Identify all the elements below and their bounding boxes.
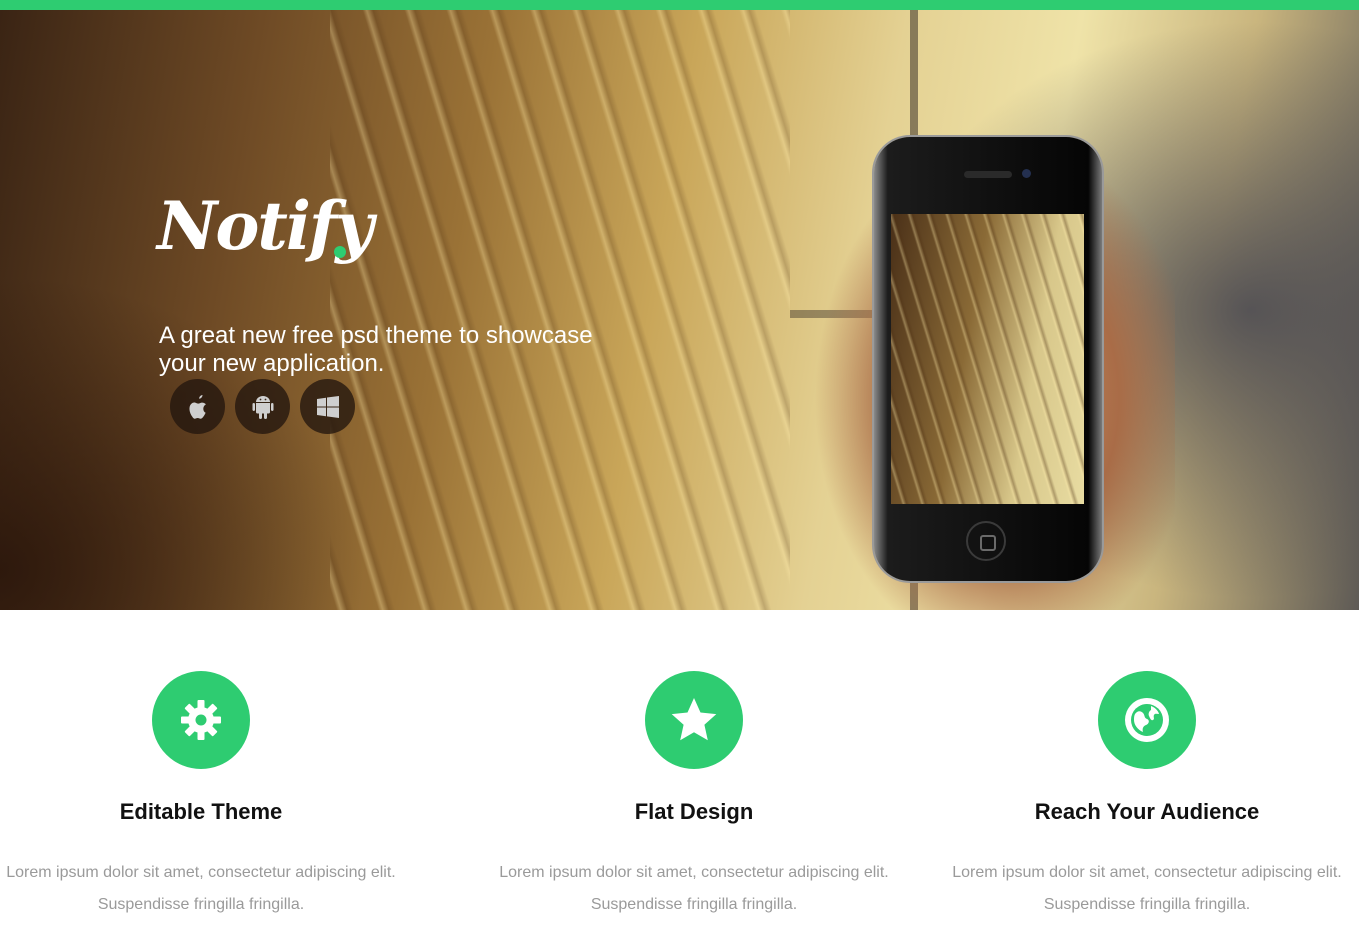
feature-title: Reach Your Audience	[1034, 799, 1260, 824]
phone-speaker	[964, 171, 1012, 178]
phone-screen	[891, 214, 1084, 504]
windows-icon	[316, 395, 339, 418]
feature-title: Flat Design	[634, 799, 754, 824]
hero-background-blinds	[330, 10, 790, 610]
feature-description: Lorem ipsum dolor sit amet, consectetur …	[499, 864, 889, 913]
hero-tagline: A great new free psd theme to showcase y…	[159, 322, 593, 377]
hero-section	[0, 10, 1359, 610]
phone-home-button	[966, 521, 1006, 561]
logo-dot	[334, 246, 346, 258]
feature-icon-circle	[645, 671, 743, 769]
feature-description: Lorem ipsum dolor sit amet, consectetur …	[6, 864, 396, 913]
android-icon	[252, 395, 273, 419]
star-icon	[671, 698, 717, 741]
apple-icon	[188, 394, 206, 419]
phone-camera	[1022, 169, 1031, 178]
windows-store-button[interactable]	[300, 379, 355, 434]
gear-icon	[181, 700, 221, 740]
top-accent-bar	[0, 0, 1359, 10]
feature-icon-circle	[1098, 671, 1196, 769]
globe-icon	[1125, 698, 1169, 742]
phone-mockup	[874, 137, 1102, 581]
feature-description: Lorem ipsum dolor sit amet, consectetur …	[952, 864, 1342, 913]
feature-icon-circle	[152, 671, 250, 769]
android-store-button[interactable]	[235, 379, 290, 434]
feature-title: Editable Theme	[119, 799, 283, 824]
apple-store-button[interactable]	[170, 379, 225, 434]
